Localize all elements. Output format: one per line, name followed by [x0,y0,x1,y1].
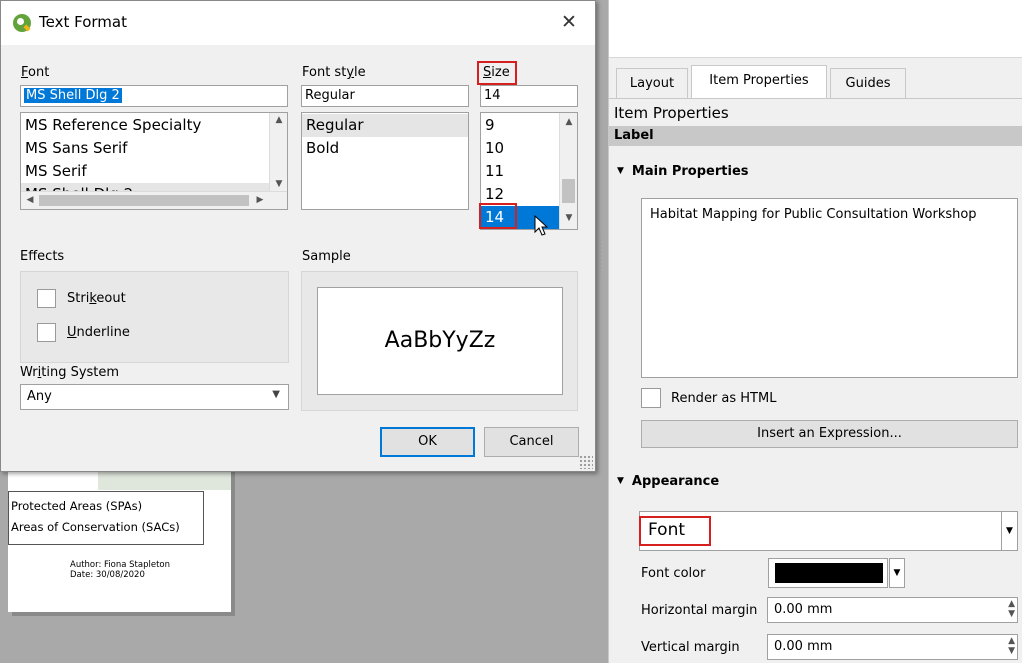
vertical-margin-value: 0.00 mm [774,639,833,654]
insert-expression-button[interactable]: Insert an Expression... [641,420,1018,448]
effects-label: Effects [20,249,65,264]
font-list-hscroll[interactable]: ◀ ▶ [21,191,287,209]
scroll-down-icon[interactable]: ▼ [270,179,287,189]
dialog-titlebar[interactable]: Text Format ✕ [1,1,595,45]
item-properties-panel: Layout Item Properties Guides Item Prope… [608,0,1022,663]
tab-guides[interactable]: Guides [830,68,906,98]
font-list[interactable]: MS Reference Specialty MS Sans Serif MS … [20,112,288,210]
font-list-vscroll[interactable]: ▲ ▼ [269,113,287,191]
underline-label[interactable]: Underline [67,325,130,340]
font-label: Font [21,65,50,80]
font-color-dropdown[interactable]: ▼ [889,558,905,588]
collapse-caret-icon: ▼ [617,166,624,176]
size-label-highlight [477,61,517,85]
size-selection-highlight [479,203,517,229]
strikeout-label[interactable]: Strikeout [67,291,126,306]
size-list-item[interactable]: 10 [481,137,559,160]
spin-arrows-icon[interactable]: ▲ ▼ [1008,636,1015,656]
panel-heading: Item Properties [614,104,729,122]
close-button[interactable]: ✕ [557,10,581,34]
strikeout-checkbox[interactable] [37,289,56,308]
chevron-down-icon: ▼ [893,568,901,578]
scroll-left-icon[interactable]: ◀ [21,195,39,205]
sample-group: AaBbYyZz [301,271,578,411]
sample-preview: AaBbYyZz [317,287,563,395]
font-list-item[interactable]: MS Serif [21,160,269,183]
font-menu-dropdown[interactable]: ▼ [1001,511,1018,551]
resize-grip-icon[interactable] [579,455,593,469]
legend-item: Protected Areas (SPAs) [11,499,143,513]
size-list-item[interactable]: 11 [481,160,559,183]
size-scroll-thumb[interactable] [562,179,575,203]
qgis-logo-icon [13,14,31,32]
vertical-margin-label: Vertical margin [641,640,740,655]
font-list-item[interactable]: MS Sans Serif [21,137,269,160]
effects-group: Strikeout Underline [20,271,289,363]
item-type-bar: Label [609,126,1022,146]
scroll-down-icon[interactable]: ▼ [560,213,577,223]
font-color-swatch [775,563,883,583]
font-color-label: Font color [641,566,706,581]
font-style-item[interactable]: Bold [302,137,468,160]
tab-divider [609,98,1022,99]
scroll-up-icon[interactable]: ▲ [270,115,287,125]
chevron-down-icon: ▼ [272,389,280,400]
splitter-handle[interactable] [598,238,602,274]
font-list-item[interactable]: MS Reference Specialty [21,114,269,137]
scroll-right-icon[interactable]: ▶ [251,195,269,205]
writing-system-combo[interactable]: Any ▼ [20,384,289,410]
size-list-vscroll[interactable]: ▲ ▼ [559,113,577,229]
render-html-checkbox[interactable] [641,388,661,408]
tab-layout[interactable]: Layout [616,68,688,98]
underline-checkbox[interactable] [37,323,56,342]
appearance-header[interactable]: ▼ Appearance [617,474,719,489]
ok-button[interactable]: OK [380,427,475,457]
font-color-button[interactable] [768,558,888,588]
size-input[interactable]: 14 [480,85,578,107]
font-name-input[interactable]: MS Shell Dlg 2 [20,85,288,107]
writing-system-value: Any [27,389,52,404]
map-page[interactable]: Protected Areas (SPAs) Areas of Conserva… [8,464,231,612]
size-list-item[interactable]: 9 [481,114,559,137]
scroll-up-icon[interactable]: ▲ [560,117,577,127]
font-style-input[interactable]: Regular [301,85,469,107]
spin-arrows-icon[interactable]: ▲ ▼ [1008,599,1015,619]
chevron-down-icon: ▼ [1006,526,1013,536]
author-credit: Author: Fiona Stapleton [70,560,171,570]
mouse-cursor-icon [534,215,548,236]
legend-item: Areas of Conservation (SACs) [11,520,180,534]
font-style-list[interactable]: Regular Bold [301,112,469,210]
date-credit: Date: 30/08/2020 [70,570,145,580]
horizontal-margin-label: Horizontal margin [641,603,758,618]
cancel-button[interactable]: Cancel [484,427,579,457]
vertical-margin-spinbox[interactable]: 0.00 mm ▲ ▼ [767,634,1018,660]
sample-label: Sample [302,249,351,264]
collapse-caret-icon: ▼ [617,476,624,486]
tab-item-properties[interactable]: Item Properties [691,65,827,98]
hscroll-thumb[interactable] [39,195,249,206]
font-style-label: Font style [302,65,366,80]
label-text-editor[interactable]: Habitat Mapping for Public Consultation … [641,198,1018,378]
main-properties-header[interactable]: ▼ Main Properties [617,164,749,179]
writing-system-label: Writing System [20,365,120,380]
legend: Protected Areas (SPAs) Areas of Conserva… [8,491,204,545]
panel-top-area [609,0,1022,58]
dialog-title: Text Format [39,13,127,31]
text-format-dialog: Text Format ✕ Font MS Shell Dlg 2 MS Ref… [0,0,596,472]
font-style-item-current[interactable]: Regular [302,114,468,137]
horizontal-margin-value: 0.00 mm [774,602,833,617]
font-button-highlight [639,516,711,546]
horizontal-margin-spinbox[interactable]: 0.00 mm ▲ ▼ [767,597,1018,623]
render-html-label[interactable]: Render as HTML [671,391,776,406]
